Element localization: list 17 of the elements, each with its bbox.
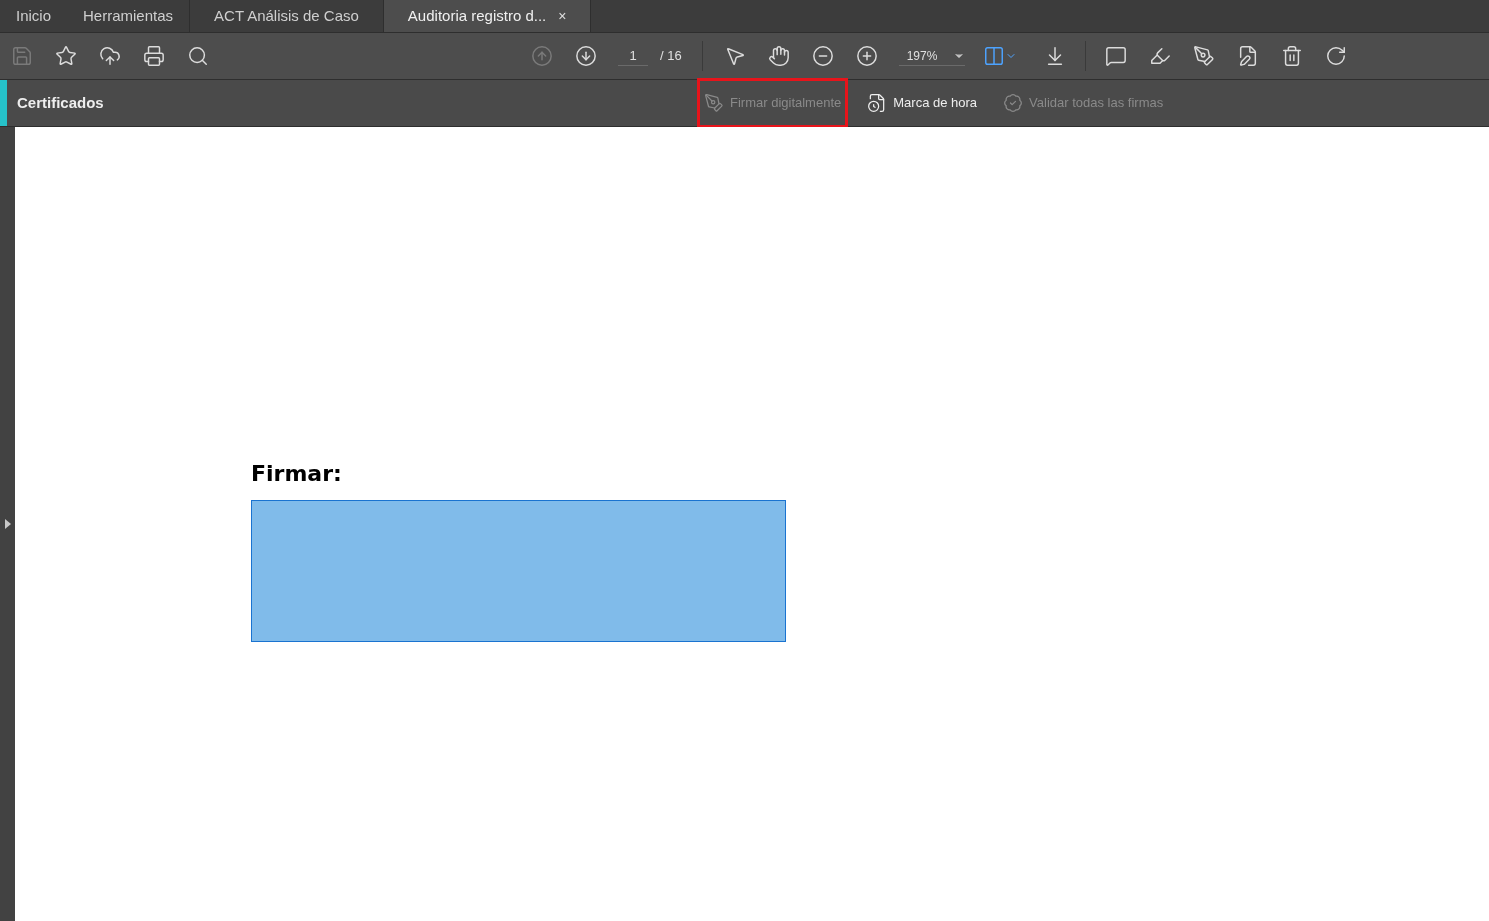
expand-panel-icon[interactable] xyxy=(4,519,11,529)
zoom-dropdown[interactable]: 197% xyxy=(898,46,965,66)
tab[interactable]: ACT Análisis de Caso xyxy=(189,0,383,32)
heading: Firmar: xyxy=(251,460,343,488)
close-tab-button[interactable]: × xyxy=(558,5,567,27)
tab[interactable]: Herramientas xyxy=(67,0,190,32)
page-number-field[interactable]: 1 xyxy=(618,45,648,67)
signature-field[interactable] xyxy=(251,500,786,642)
tab[interactable]: Auditoria registro d... × xyxy=(382,0,592,32)
panel-title: Certificados xyxy=(17,92,105,113)
toolbar-action[interactable]: Marca de hora xyxy=(860,78,985,128)
accent-stripe xyxy=(0,80,7,126)
tab[interactable]: Inicio xyxy=(0,0,68,32)
check-badge-icon xyxy=(1003,93,1024,113)
page-total: / 16 xyxy=(660,47,682,66)
page-fit-icon[interactable] xyxy=(982,45,1017,67)
pen-nib-icon xyxy=(704,93,724,113)
